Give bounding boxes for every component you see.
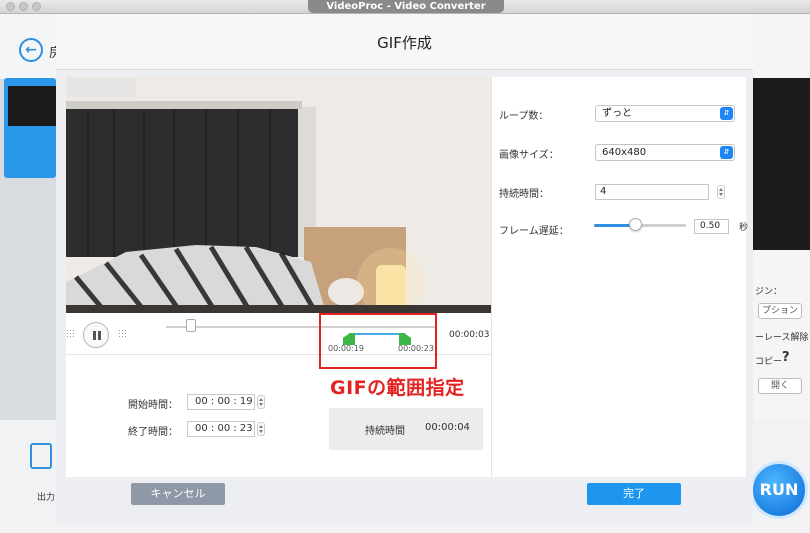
output-label: 出力 bbox=[37, 493, 56, 503]
pause-button[interactable] bbox=[83, 322, 109, 348]
zoom-window-button[interactable] bbox=[32, 2, 41, 11]
copy-label[interactable]: コピー bbox=[755, 354, 782, 367]
minimize-window-button[interactable] bbox=[19, 2, 28, 11]
video-preview bbox=[66, 77, 491, 313]
duration-setting-label: 持続時間： bbox=[499, 189, 549, 200]
dialog-content: 00:00:19 00:00:23 00:00:03 開始時間： 00 : 00… bbox=[66, 77, 749, 477]
vertical-divider bbox=[491, 77, 492, 477]
start-time-stepper[interactable] bbox=[257, 395, 265, 409]
frame-delay-slider-knob[interactable] bbox=[629, 218, 643, 231]
left-grip-icon bbox=[66, 329, 76, 339]
video-frame-image bbox=[66, 77, 491, 313]
loop-count-value: ずっと bbox=[602, 108, 632, 119]
window-titlebar: VideoProc - Video Converter bbox=[0, 0, 810, 14]
frame-delay-unit: 秒 bbox=[739, 223, 749, 233]
end-time-input[interactable]: 00 : 00 : 23 bbox=[187, 421, 255, 437]
image-size-label: 画像サイズ： bbox=[499, 150, 559, 161]
output-icon[interactable] bbox=[30, 443, 52, 469]
frame-delay-label: フレーム遅延： bbox=[499, 226, 569, 237]
seek-knob[interactable] bbox=[186, 319, 196, 332]
clip-thumbnail-image bbox=[8, 86, 56, 126]
end-time-stepper[interactable] bbox=[257, 422, 265, 436]
frame-delay-input[interactable]: 0.50 bbox=[694, 219, 729, 234]
deinterlace-label[interactable]: ーレース解除 bbox=[755, 330, 809, 343]
dialog-header: GIF作成 bbox=[56, 14, 753, 70]
done-button[interactable]: 完了 bbox=[587, 483, 681, 505]
range-highlight-box bbox=[319, 313, 437, 369]
loop-count-label: ループ数： bbox=[499, 111, 549, 122]
range-annotation: GIFの範囲指定 bbox=[330, 377, 465, 399]
clip-thumbnail[interactable] bbox=[4, 78, 56, 178]
image-size-select[interactable]: 640x480 ⇵ bbox=[595, 144, 735, 161]
open-button[interactable]: 開く bbox=[758, 378, 802, 394]
close-window-button[interactable] bbox=[6, 2, 15, 11]
start-time-input[interactable]: 00 : 00 : 19 bbox=[187, 394, 255, 410]
duration-setting-input[interactable]: 4 bbox=[595, 184, 709, 200]
pause-icon-bar bbox=[98, 331, 101, 340]
cancel-button[interactable]: キャンセル bbox=[131, 483, 225, 505]
help-icon[interactable]: ? bbox=[782, 350, 790, 365]
gif-dialog: GIF作成 00:00:19 00:00:23 00:00:03 開始時間： 0… bbox=[56, 14, 753, 522]
image-size-value: 640x480 bbox=[602, 147, 647, 158]
preview-thumbnail bbox=[752, 78, 810, 250]
run-button[interactable]: RUN bbox=[750, 461, 808, 519]
window-title: VideoProc - Video Converter bbox=[308, 0, 504, 13]
loop-count-select[interactable]: ずっと ⇵ bbox=[595, 105, 735, 122]
duration-label: 持続時間 bbox=[365, 426, 405, 437]
duration-setting-stepper[interactable] bbox=[717, 185, 725, 199]
select-arrows-icon: ⇵ bbox=[720, 107, 733, 120]
end-time-label: 終了時間： bbox=[128, 427, 178, 438]
back-arrow-icon[interactable]: ← bbox=[19, 38, 43, 62]
option-button[interactable]: プション bbox=[758, 303, 802, 319]
select-arrows-icon: ⇵ bbox=[720, 146, 733, 159]
duration-value: 00:00:04 bbox=[425, 422, 470, 433]
duration-display: 持続時間 00:00:04 bbox=[329, 408, 483, 450]
engine-label: ジン： bbox=[755, 287, 783, 297]
current-time: 00:00:03 bbox=[449, 330, 490, 340]
right-grip-icon bbox=[118, 329, 128, 339]
dialog-title: GIF作成 bbox=[377, 34, 432, 52]
start-time-label: 開始時間： bbox=[128, 400, 178, 411]
pause-icon bbox=[93, 331, 96, 340]
